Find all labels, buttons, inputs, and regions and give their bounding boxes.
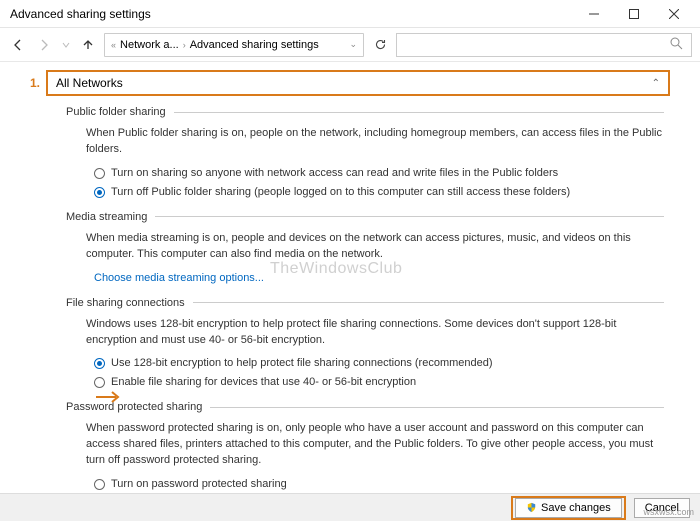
back-button[interactable] xyxy=(8,35,28,55)
section-desc: Windows uses 128-bit encryption to help … xyxy=(86,317,664,349)
section-file-sharing: File sharing connections Windows uses 12… xyxy=(66,297,670,392)
address-bar[interactable]: « Network a... › Advanced sharing settin… xyxy=(104,33,364,57)
section-desc: When Public folder sharing is on, people… xyxy=(86,126,664,158)
section-title: Media streaming xyxy=(66,211,147,223)
radio-4056bit[interactable]: Enable file sharing for devices that use… xyxy=(94,375,664,391)
annotation-arrow xyxy=(94,388,122,409)
annotation-1: 1. xyxy=(30,76,40,90)
highlight-save: Save changes xyxy=(511,496,626,520)
divider xyxy=(155,216,664,217)
radio-label: Turn off Public folder sharing (people l… xyxy=(111,185,570,201)
search-box[interactable] xyxy=(396,33,692,57)
section-public-folder-sharing: Public folder sharing When Public folder… xyxy=(66,106,670,201)
section-title: Password protected sharing xyxy=(66,401,202,413)
shield-icon xyxy=(526,502,537,513)
section-title: Public folder sharing xyxy=(66,106,166,118)
window-title: Advanced sharing settings xyxy=(6,7,574,21)
radio-icon xyxy=(94,479,105,490)
save-button[interactable]: Save changes xyxy=(515,498,622,518)
radio-icon xyxy=(94,377,105,388)
source-tag: wsxwsx.com xyxy=(643,507,694,517)
section-desc: When media streaming is on, people and d… xyxy=(86,231,664,263)
window-controls xyxy=(574,0,694,28)
titlebar: Advanced sharing settings xyxy=(0,0,700,28)
up-button[interactable] xyxy=(78,35,98,55)
profile-name: All Networks xyxy=(56,76,123,90)
radio-label: Turn on sharing so anyone with network a… xyxy=(111,166,558,182)
radio-public-on[interactable]: Turn on sharing so anyone with network a… xyxy=(94,166,664,182)
forward-button[interactable] xyxy=(34,35,54,55)
radio-label: Use 128-bit encryption to help protect f… xyxy=(111,356,493,372)
nav-toolbar: « Network a... › Advanced sharing settin… xyxy=(0,28,700,62)
breadcrumb-sep-icon: « xyxy=(111,40,116,50)
divider xyxy=(174,112,664,113)
footer-bar: Save changes Cancel xyxy=(0,493,700,521)
media-options-link[interactable]: Choose media streaming options... xyxy=(94,272,264,284)
radio-label: Enable file sharing for devices that use… xyxy=(111,375,416,391)
breadcrumb-part1[interactable]: Network a... xyxy=(120,39,179,51)
section-password-sharing: Password protected sharing When password… xyxy=(66,401,670,492)
section-title: File sharing connections xyxy=(66,297,185,309)
radio-password-on[interactable]: Turn on password protected sharing xyxy=(94,477,664,492)
search-icon xyxy=(670,37,683,53)
radio-icon-selected xyxy=(94,187,105,198)
radio-icon-selected xyxy=(94,358,105,369)
close-button[interactable] xyxy=(654,0,694,28)
minimize-button[interactable] xyxy=(574,0,614,28)
section-desc: When password protected sharing is on, o… xyxy=(86,421,664,469)
chevron-up-icon: ⌃ xyxy=(652,78,660,89)
chevron-right-icon: › xyxy=(183,40,186,50)
breadcrumb-part2[interactable]: Advanced sharing settings xyxy=(190,39,319,51)
radio-icon xyxy=(94,168,105,179)
maximize-button[interactable] xyxy=(614,0,654,28)
save-label: Save changes xyxy=(541,502,611,514)
recent-dropdown[interactable] xyxy=(60,35,72,55)
profile-expander-all-networks[interactable]: All Networks ⌃ xyxy=(46,70,670,96)
divider xyxy=(210,407,664,408)
section-media-streaming: Media streaming When media streaming is … xyxy=(66,211,670,287)
radio-label: Turn on password protected sharing xyxy=(111,477,287,492)
refresh-button[interactable] xyxy=(370,35,390,55)
radio-128bit[interactable]: Use 128-bit encryption to help protect f… xyxy=(94,356,664,372)
main-content: 1. All Networks ⌃ Public folder sharing … xyxy=(0,62,700,492)
divider xyxy=(193,302,664,303)
radio-public-off[interactable]: Turn off Public folder sharing (people l… xyxy=(94,185,664,201)
chevron-down-icon[interactable]: ⌄ xyxy=(349,39,357,50)
